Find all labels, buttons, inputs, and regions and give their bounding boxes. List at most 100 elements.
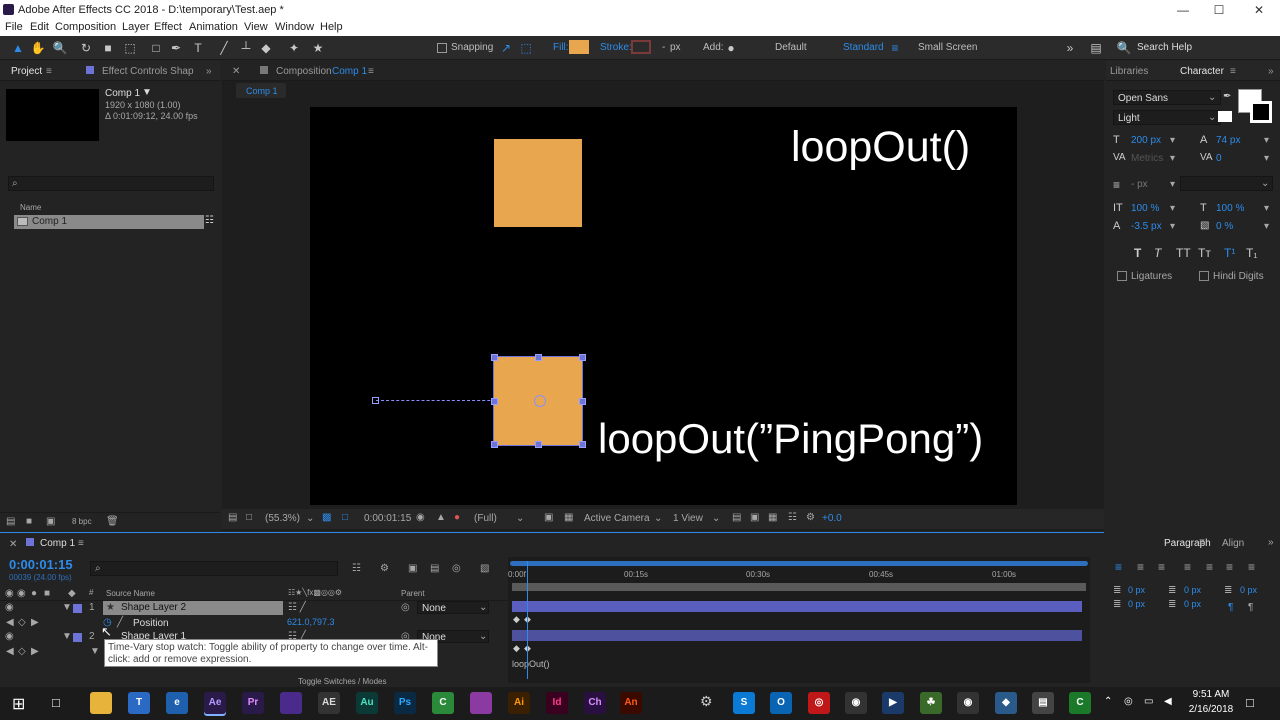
next-keyframe-icon[interactable]: ▶ bbox=[31, 646, 39, 657]
parent-dropdown[interactable]: None ⌄ bbox=[417, 601, 489, 614]
pan-behind-tool-icon[interactable]: ⬚ bbox=[122, 40, 138, 56]
brush-tool-icon[interactable]: ╱ bbox=[216, 40, 232, 56]
eye-icon[interactable]: ◉ bbox=[5, 602, 14, 613]
task-view-icon[interactable]: □ bbox=[52, 695, 60, 710]
rectangle-tool-icon[interactable]: □ bbox=[148, 40, 164, 56]
taskbar-app-icon[interactable]: C bbox=[432, 692, 454, 714]
zoom-tool-icon[interactable]: 🔍 bbox=[52, 40, 68, 56]
transform-handle[interactable] bbox=[535, 441, 542, 448]
camera-dropdown-icon[interactable]: ⌄ bbox=[654, 513, 662, 524]
hand-tool-icon[interactable]: ✋ bbox=[30, 40, 46, 56]
timeline-search-input[interactable]: ⌕ bbox=[90, 561, 338, 576]
comp-navigator-tab[interactable]: Comp 1 bbox=[236, 83, 286, 98]
clone-stamp-tool-icon[interactable]: ┴ bbox=[238, 40, 254, 56]
chevron-down-icon[interactable]: ▾ bbox=[1170, 153, 1175, 164]
align-left-icon[interactable]: ≡ bbox=[1115, 560, 1122, 574]
timeline-graph[interactable]: 0:00f 00:15s 00:30s 00:45s 01:00s ◆ ◆ ◆ … bbox=[508, 557, 1090, 683]
prev-keyframe-icon[interactable]: ◀ bbox=[6, 617, 14, 628]
hindi-digits-checkbox[interactable] bbox=[1199, 271, 1209, 281]
timeline-icon[interactable]: ▦ bbox=[768, 512, 777, 523]
align-center-icon[interactable]: ≡ bbox=[1137, 560, 1144, 574]
exposure-value[interactable]: +0.0 bbox=[822, 513, 842, 524]
timeline-timecode[interactable]: 0:00:01:15 bbox=[9, 557, 73, 572]
menu-file[interactable]: File bbox=[5, 21, 23, 33]
taskbar-app-icon[interactable]: Ai bbox=[508, 692, 530, 714]
twirl-open-icon[interactable]: ▼ bbox=[90, 646, 100, 657]
keyframe-icon[interactable]: ◆ bbox=[513, 643, 520, 654]
windows-start-icon[interactable]: ⊞ bbox=[12, 694, 25, 714]
taskbar-app-icon[interactable]: Au bbox=[356, 692, 378, 714]
show-hidden-icons-icon[interactable]: ⌃ bbox=[1104, 696, 1112, 707]
region-icon[interactable]: ▣ bbox=[544, 512, 553, 523]
faux-bold-icon[interactable]: T bbox=[1134, 246, 1141, 260]
transform-handle[interactable] bbox=[535, 354, 542, 361]
selection-tool-icon[interactable]: ▲ bbox=[10, 40, 26, 56]
camera-tool-icon[interactable]: ■ bbox=[100, 40, 116, 56]
prev-keyframe-icon[interactable]: ◀ bbox=[6, 646, 14, 657]
maximize-button[interactable]: ☐ bbox=[1204, 2, 1234, 18]
menu-effect[interactable]: Effect bbox=[154, 21, 182, 33]
playhead[interactable] bbox=[527, 561, 528, 679]
display-icon[interactable]: □ bbox=[246, 512, 252, 523]
project-search-input[interactable]: ⌕ bbox=[8, 176, 214, 191]
skype-icon[interactable]: S bbox=[733, 692, 755, 714]
font-family-dropdown[interactable]: Open Sans ⌄ bbox=[1113, 90, 1221, 105]
audio-toggle-icon[interactable]: ◉ bbox=[17, 588, 26, 599]
transform-handle[interactable] bbox=[579, 441, 586, 448]
taskbar-app-icon[interactable]: Ps bbox=[394, 692, 416, 714]
pinned-app-icon[interactable]: ▤ bbox=[1032, 692, 1054, 714]
text-loopout[interactable]: loopOut() bbox=[791, 123, 970, 172]
chevron-down-icon[interactable]: ▾ bbox=[1170, 203, 1175, 214]
snap-option2-icon[interactable]: ⬚ bbox=[518, 40, 534, 56]
stroke-style-dropdown[interactable]: ⌄ bbox=[1180, 176, 1273, 191]
motion-blur-icon[interactable]: ◎ bbox=[452, 563, 461, 574]
word-app-icon[interactable]: T bbox=[128, 692, 150, 714]
chevron-down-icon[interactable]: ▾ bbox=[1170, 221, 1175, 232]
tab-project[interactable]: Project bbox=[11, 66, 42, 77]
next-keyframe-icon[interactable]: ▶ bbox=[31, 617, 39, 628]
menu-edit[interactable]: Edit bbox=[30, 21, 49, 33]
ltr-direction-icon[interactable]: ¶ bbox=[1228, 602, 1233, 613]
camera-dropdown[interactable]: Active Camera bbox=[584, 513, 650, 524]
taskbar-app-icon[interactable]: Ch bbox=[584, 692, 606, 714]
character-menu-icon[interactable]: ≡ bbox=[1230, 66, 1236, 77]
pen-tool-icon[interactable]: ✒ bbox=[168, 40, 184, 56]
resolution-dropdown-icon[interactable]: ⌄ bbox=[516, 513, 524, 524]
tab-effect-controls[interactable]: Effect Controls Shap bbox=[102, 66, 194, 77]
new-folder-icon[interactable]: ■ bbox=[26, 516, 32, 527]
reset-exposure-icon[interactable]: ⚙ bbox=[806, 512, 815, 523]
resolution-dropdown[interactable]: (Full) bbox=[474, 513, 497, 524]
always-preview-icon[interactable]: ▤ bbox=[228, 512, 237, 523]
faux-italic-icon[interactable]: T bbox=[1154, 246, 1161, 260]
fill-swatch[interactable] bbox=[569, 40, 589, 54]
composition-viewer[interactable]: loopOut() loopOut(”PingPong”) bbox=[310, 107, 1017, 505]
comp-dropdown-icon[interactable]: ▼ bbox=[142, 87, 152, 98]
menu-composition[interactable]: Composition bbox=[55, 21, 116, 33]
more-workspaces-icon[interactable]: » bbox=[1062, 40, 1078, 56]
indent-right-value[interactable]: 0 px bbox=[1184, 585, 1201, 595]
tab-composition-name[interactable]: Comp 1 bbox=[332, 66, 367, 77]
grid-icon[interactable]: ▩ bbox=[322, 512, 331, 523]
project-item-comp1[interactable]: Comp 1 bbox=[14, 215, 204, 229]
taskbar-app-icon[interactable] bbox=[470, 692, 492, 714]
snapshot-icon[interactable]: ◉ bbox=[416, 512, 425, 523]
close-tab-icon[interactable]: ✕ bbox=[232, 66, 240, 77]
pinned-app-icon[interactable]: ◆ bbox=[995, 692, 1017, 714]
layer-label-color[interactable] bbox=[73, 604, 82, 613]
interpret-footage-icon[interactable]: ▤ bbox=[6, 516, 15, 527]
paragraph-menu-icon[interactable]: ≡ bbox=[1199, 537, 1205, 548]
no-fill-swatch[interactable] bbox=[1218, 111, 1232, 122]
minimize-button[interactable]: — bbox=[1168, 2, 1198, 18]
more-tabs-icon[interactable]: » bbox=[1268, 537, 1274, 548]
taskbar-app-icon[interactable]: Id bbox=[546, 692, 568, 714]
justify-left-icon[interactable]: ≡ bbox=[1184, 560, 1191, 574]
magnification-dropdown[interactable]: (55.3%) bbox=[265, 513, 300, 524]
rtl-direction-icon[interactable]: ¶ bbox=[1248, 602, 1253, 613]
graph-editor-icon[interactable]: ▧ bbox=[480, 563, 489, 574]
views-dropdown[interactable]: 1 View bbox=[673, 513, 703, 524]
tab-timeline[interactable]: Comp 1 bbox=[40, 538, 75, 549]
notifications-icon[interactable]: □ bbox=[1246, 695, 1254, 710]
name-column-header[interactable]: Name bbox=[20, 203, 41, 212]
taskbar-app-icon[interactable]: AE bbox=[318, 692, 340, 714]
transform-handle[interactable] bbox=[491, 441, 498, 448]
